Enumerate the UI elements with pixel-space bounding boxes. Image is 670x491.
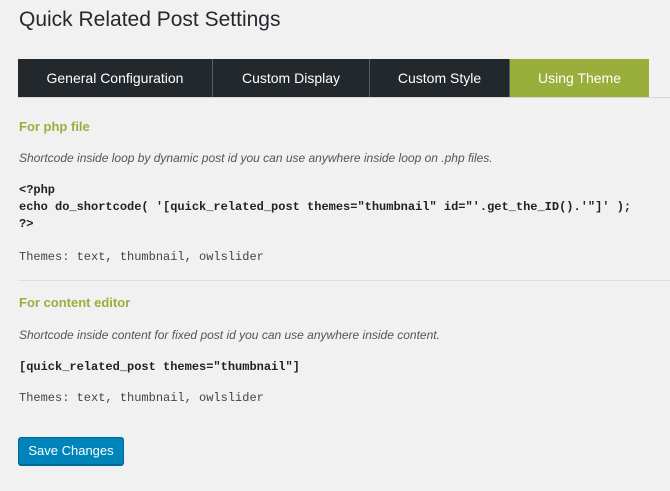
tab-general-configuration[interactable]: General Configuration	[18, 59, 213, 97]
tab-using-theme[interactable]: Using Theme	[510, 59, 649, 97]
save-changes-button[interactable]: Save Changes	[18, 437, 124, 465]
tab-custom-display[interactable]: Custom Display	[213, 59, 370, 97]
editor-code-block: [quick_related_post themes="thumbnail"]	[19, 360, 300, 374]
editor-themes-list: Themes: text, thumbnail, owlslider	[19, 391, 264, 405]
section-divider	[18, 280, 670, 281]
php-code-line-1: <?php	[19, 183, 56, 197]
editor-section-description: Shortcode inside content for fixed post …	[19, 328, 440, 342]
page-title: Quick Related Post Settings	[19, 8, 281, 31]
php-code-line-2: echo do_shortcode( '[quick_related_post …	[19, 200, 632, 214]
php-themes-list: Themes: text, thumbnail, owlslider	[19, 250, 264, 264]
editor-section-title: For content editor	[19, 295, 131, 310]
php-section-title: For php file	[19, 119, 90, 134]
settings-page: Quick Related Post Settings General Conf…	[0, 0, 670, 491]
settings-tabs: General Configuration Custom Display Cus…	[18, 59, 649, 97]
php-code-block: <?php echo do_shortcode( '[quick_related_…	[19, 182, 631, 233]
tab-custom-style[interactable]: Custom Style	[370, 59, 510, 97]
tabs-underline	[18, 97, 670, 98]
php-code-line-3: ?>	[19, 217, 34, 231]
php-section-description: Shortcode inside loop by dynamic post id…	[19, 151, 493, 165]
